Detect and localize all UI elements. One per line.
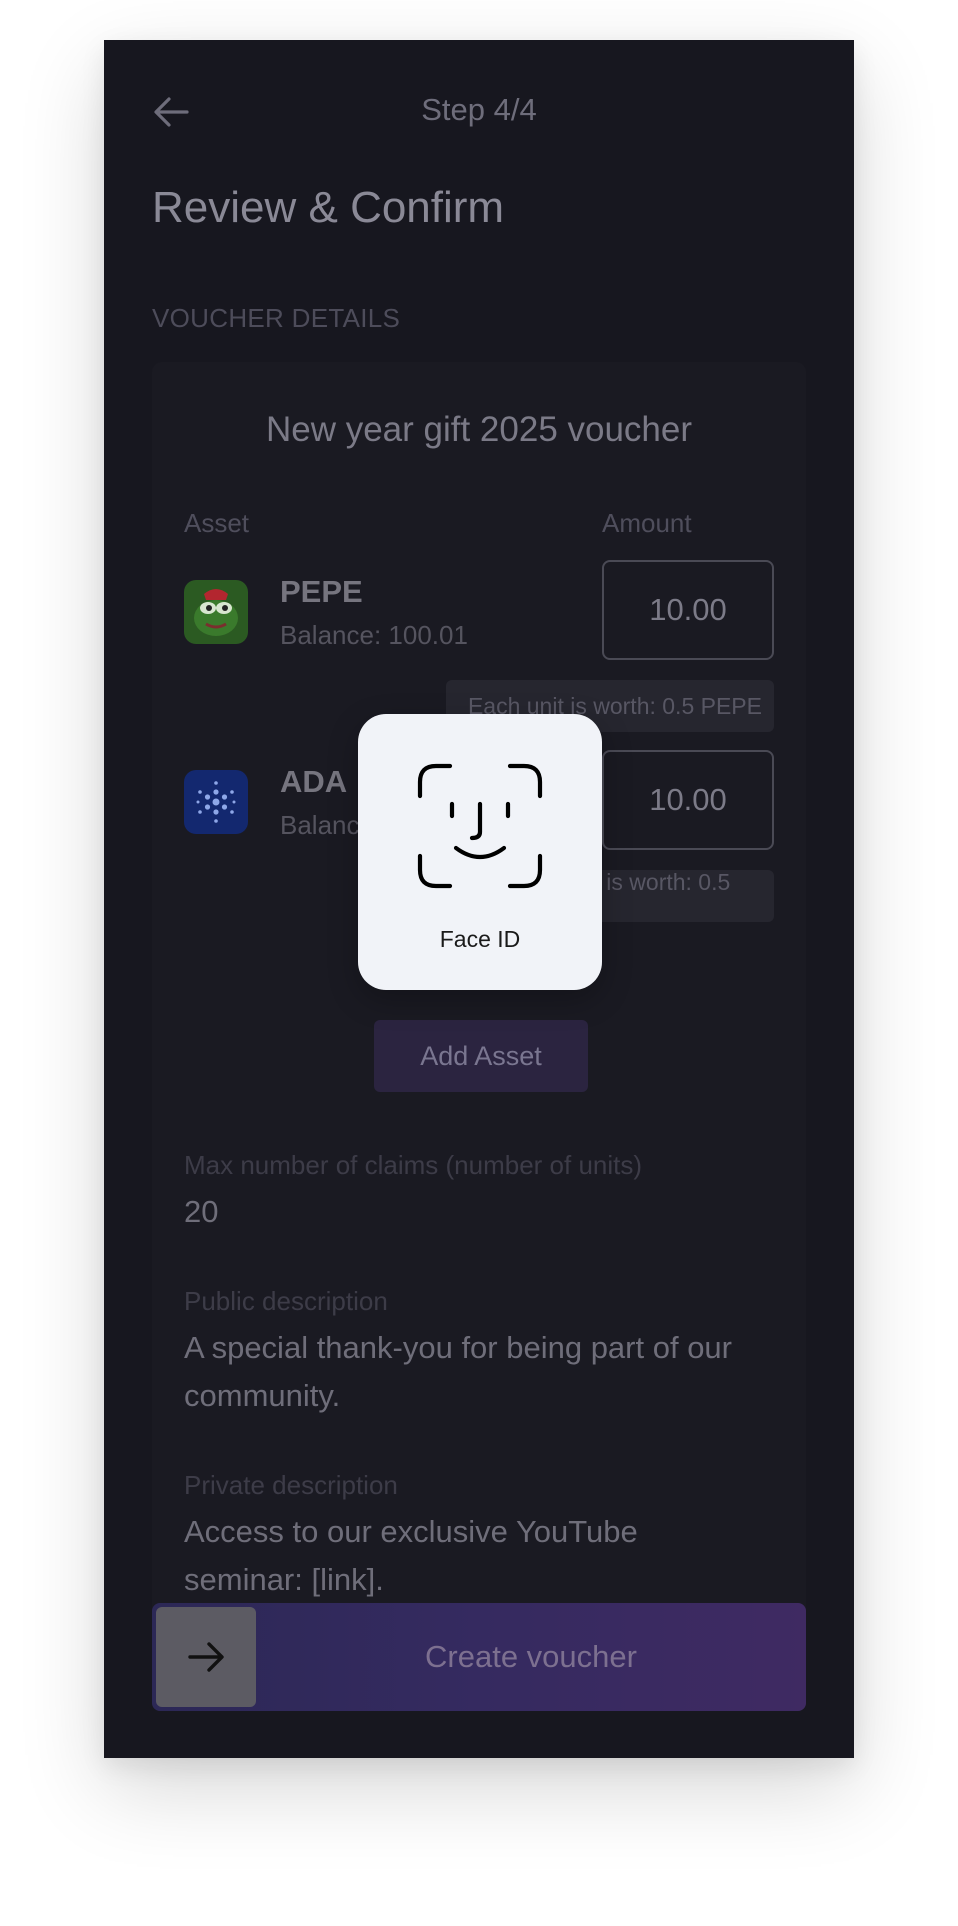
private-description-label: Private description [184,1470,398,1500]
pepe-frog-icon [184,580,248,644]
arrow-right-icon [188,1642,224,1672]
create-voucher-label: Create voucher [425,1639,637,1674]
step-indicator: Step 4/4 [421,92,537,127]
asset-balance: Balance: 100.01 [280,620,468,650]
amount-input[interactable]: 10.00 [602,750,774,850]
amount-column-label: Amount [602,508,692,538]
page-title: Review & Confirm [152,183,505,232]
voucher-card: New year gift 2025 voucher Asset Amount … [152,362,806,1657]
asset-name: PEPE [280,574,363,609]
asset-column-label: Asset [184,508,250,538]
private-description-value: Access to our exclusive YouTube seminar:… [184,1514,638,1597]
claims-label: Max number of claims (number of units) [184,1150,643,1180]
create-voucher-slider[interactable]: Create voucher [152,1603,806,1711]
public-description-value: A special thank-you for being part of ou… [184,1330,732,1413]
voucher-title: New year gift 2025 voucher [265,410,693,449]
face-id-dialog: Face ID [358,714,602,990]
section-label: VOUCHER DETAILS [152,303,401,333]
amount-input[interactable]: 10.00 [602,560,774,660]
cardano-icon [184,770,248,834]
public-description-label: Public description [184,1286,388,1316]
slider-handle[interactable] [156,1607,256,1707]
face-id-icon [417,763,543,889]
face-id-label: Face ID [439,926,521,952]
asset-name: ADA [280,764,348,799]
add-asset-button[interactable]: Add Asset [374,1020,588,1092]
claims-value: 20 [184,1194,219,1229]
